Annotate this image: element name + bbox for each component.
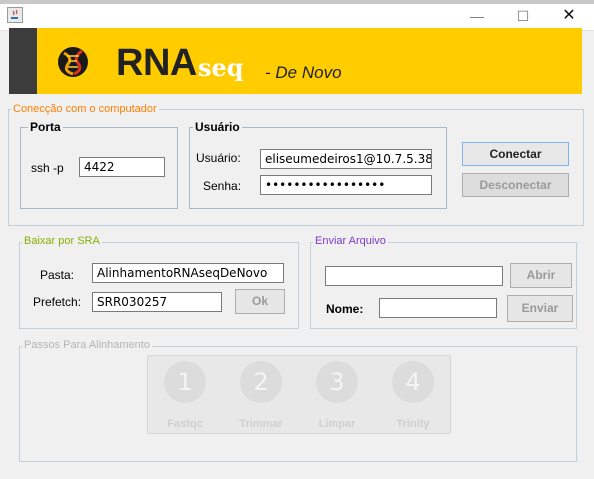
banner-side-strip	[9, 28, 37, 94]
name-label: Nome:	[326, 302, 364, 316]
close-button[interactable]: ✕	[546, 4, 592, 28]
name-input[interactable]	[379, 298, 497, 318]
minimize-button[interactable]: —	[454, 4, 500, 28]
step-1-button[interactable]: 1	[164, 361, 206, 403]
sra-group-title: Baixar por SRA	[22, 235, 102, 248]
dna-helix-icon	[55, 44, 91, 80]
ok-button[interactable]: Ok	[235, 289, 285, 314]
send-button[interactable]: Enviar	[507, 295, 573, 322]
user-label: Usuário:	[196, 151, 241, 165]
step-4-button[interactable]: 4	[392, 361, 434, 403]
step-1-label: Fastqc	[167, 418, 203, 430]
ssh-port-label: ssh -p	[31, 161, 64, 175]
connection-group-title: Conecção com o computador	[11, 103, 159, 116]
password-input[interactable]: •••••••••••••••••	[260, 175, 432, 195]
send-file-group-title: Enviar Arquivo	[313, 235, 388, 248]
java-app-icon	[7, 7, 23, 23]
step-4-label: Trinity	[396, 418, 430, 430]
prefetch-input[interactable]: SRR030257	[92, 292, 222, 312]
folder-label: Pasta:	[40, 268, 75, 282]
file-path-input[interactable]	[325, 266, 503, 286]
header-banner	[9, 28, 582, 94]
prefetch-label: Prefetch:	[33, 295, 82, 309]
sra-group	[19, 242, 299, 329]
step-2-label: Trimmar	[239, 418, 283, 430]
app-subtitle: - De Novo	[265, 63, 342, 82]
connect-button[interactable]: Conectar	[462, 142, 569, 166]
ssh-port-input[interactable]: 4422	[79, 157, 165, 177]
disconnect-button[interactable]: Desconectar	[462, 173, 569, 197]
open-button[interactable]: Abrir	[510, 263, 572, 288]
folder-input[interactable]: AlinhamentoRNAseqDeNovo	[92, 263, 284, 283]
user-title: Usuário	[193, 120, 242, 134]
step-2-button[interactable]: 2	[240, 361, 282, 403]
app-name: RNA	[116, 42, 197, 84]
steps-group-title: Passos Para Alinhamento	[22, 339, 152, 352]
user-input[interactable]: eliseumedeiros1@10.7.5.38	[260, 149, 432, 169]
step-3-label: Limpar	[318, 418, 356, 430]
step-3-button[interactable]: 3	[316, 361, 358, 403]
password-label: Senha:	[203, 179, 242, 193]
port-title: Porta	[28, 120, 63, 134]
maximize-button[interactable]: ☐	[500, 4, 546, 28]
app-name-suffix: seq	[198, 53, 244, 82]
